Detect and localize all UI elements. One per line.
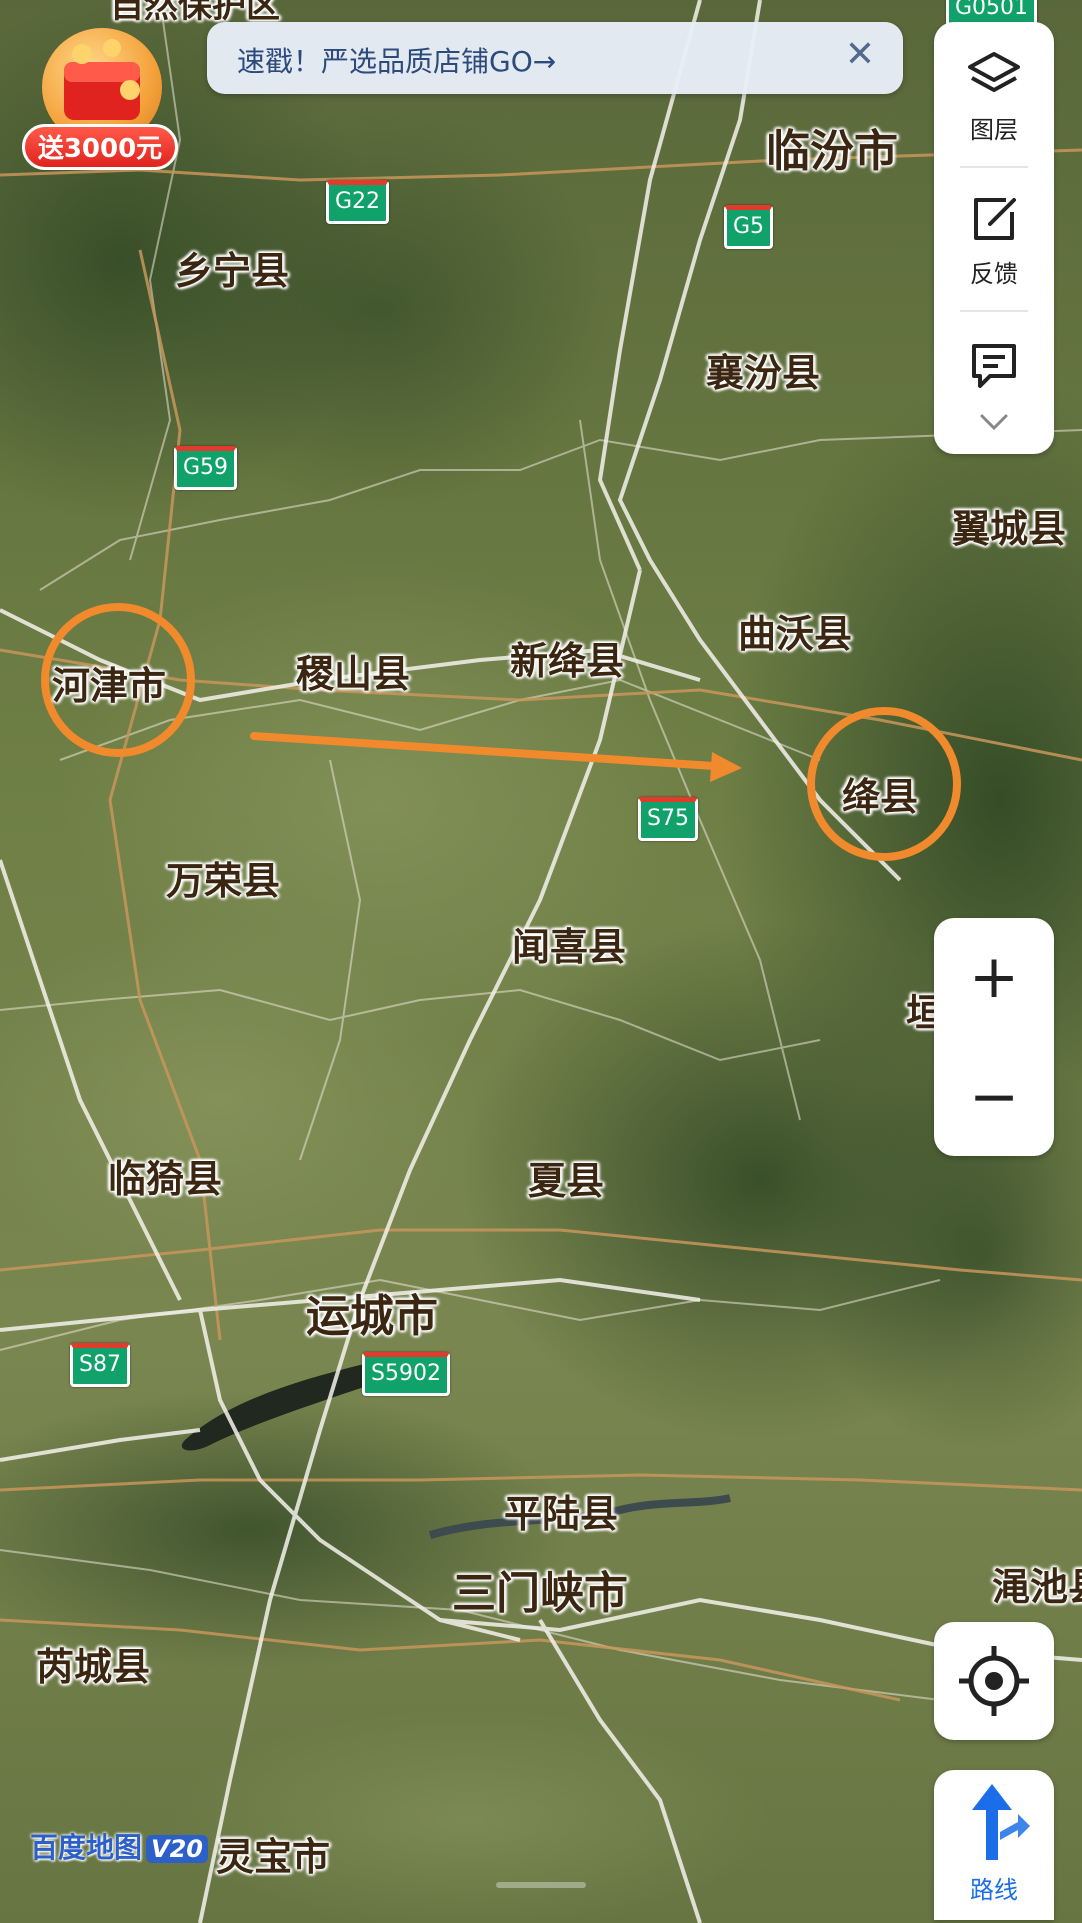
locate-button[interactable] xyxy=(934,1622,1054,1740)
promo-red-envelope[interactable]: 送3000元 xyxy=(22,28,178,178)
zoom-controls: + − xyxy=(934,918,1054,1156)
place-ruicheng[interactable]: 芮城县 xyxy=(36,1636,150,1691)
place-wenxi[interactable]: 闻喜县 xyxy=(512,916,626,971)
highway-shield-s87: S87 xyxy=(70,1343,130,1387)
home-indicator[interactable] xyxy=(496,1882,586,1888)
feedback-edit-icon xyxy=(974,198,1016,240)
route-button[interactable]: 路线 xyxy=(934,1770,1054,1920)
logo-version: V20 xyxy=(146,1835,208,1863)
highway-shield-s75: S75 xyxy=(638,797,698,841)
highway-shield-g59: G59 xyxy=(174,446,238,490)
chevron-down-icon xyxy=(980,414,1008,431)
place-jishan[interactable]: 稷山县 xyxy=(296,643,410,698)
place-linyi[interactable]: 临猗县 xyxy=(108,1148,222,1203)
baidu-map-logo: 百度地图 V20 xyxy=(30,1826,208,1866)
route-label: 路线 xyxy=(970,1876,1018,1904)
message-button[interactable] xyxy=(934,338,1054,396)
place-xiaxian[interactable]: 夏县 xyxy=(528,1150,604,1205)
message-icon xyxy=(972,344,1016,388)
close-icon[interactable]: ✕ xyxy=(845,34,875,75)
highway-shield-s5902: S5902 xyxy=(362,1352,450,1396)
place-sanmenxia[interactable]: 三门峡市 xyxy=(452,1557,628,1621)
layers-icon xyxy=(968,52,1020,92)
place-linfen[interactable]: 临汾市 xyxy=(766,115,898,179)
place-yicheng[interactable]: 翼城县 xyxy=(952,498,1066,553)
place-jiangxian[interactable]: 绛县 xyxy=(842,766,918,821)
expand-panel-button[interactable] xyxy=(934,410,1054,438)
feedback-button[interactable]: 反馈 xyxy=(934,192,1054,289)
place-pinglu[interactable]: 平陆县 xyxy=(504,1483,618,1538)
layers-label: 图层 xyxy=(970,116,1018,144)
logo-name: 百度地图 xyxy=(30,1831,143,1864)
locate-crosshair-icon xyxy=(959,1646,1029,1716)
zoom-in-button[interactable]: + xyxy=(934,918,1054,1036)
ad-banner[interactable]: 速戳！严选品质店铺GO→ ✕ xyxy=(207,22,903,94)
layers-button[interactable]: 图层 xyxy=(934,48,1054,145)
feedback-label: 反馈 xyxy=(970,260,1018,288)
place-hejin[interactable]: 河津市 xyxy=(52,655,166,710)
place-quwo[interactable]: 曲沃县 xyxy=(738,603,852,658)
place-yuncheng[interactable]: 运城市 xyxy=(306,1280,438,1344)
place-lingbao[interactable]: 灵宝市 xyxy=(216,1826,330,1881)
place-xiangning[interactable]: 乡宁县 xyxy=(175,240,289,295)
place-wanrong[interactable]: 万荣县 xyxy=(166,850,280,905)
highway-shield-g5: G5 xyxy=(724,205,774,249)
highway-shield-g22: G22 xyxy=(326,180,390,224)
banner-text[interactable]: 速戳！严选品质店铺GO→ xyxy=(237,40,556,80)
route-arrow-icon xyxy=(972,1784,1030,1860)
place-xiangfen[interactable]: 襄汾县 xyxy=(706,342,820,397)
promo-label: 送3000元 xyxy=(22,124,178,170)
place-xinjiang[interactable]: 新绛县 xyxy=(510,630,624,685)
zoom-out-button[interactable]: − xyxy=(934,1038,1054,1156)
map-tools-panel: 图层 反馈 xyxy=(934,22,1054,454)
place-mianchi[interactable]: 渑池县 xyxy=(992,1556,1082,1611)
